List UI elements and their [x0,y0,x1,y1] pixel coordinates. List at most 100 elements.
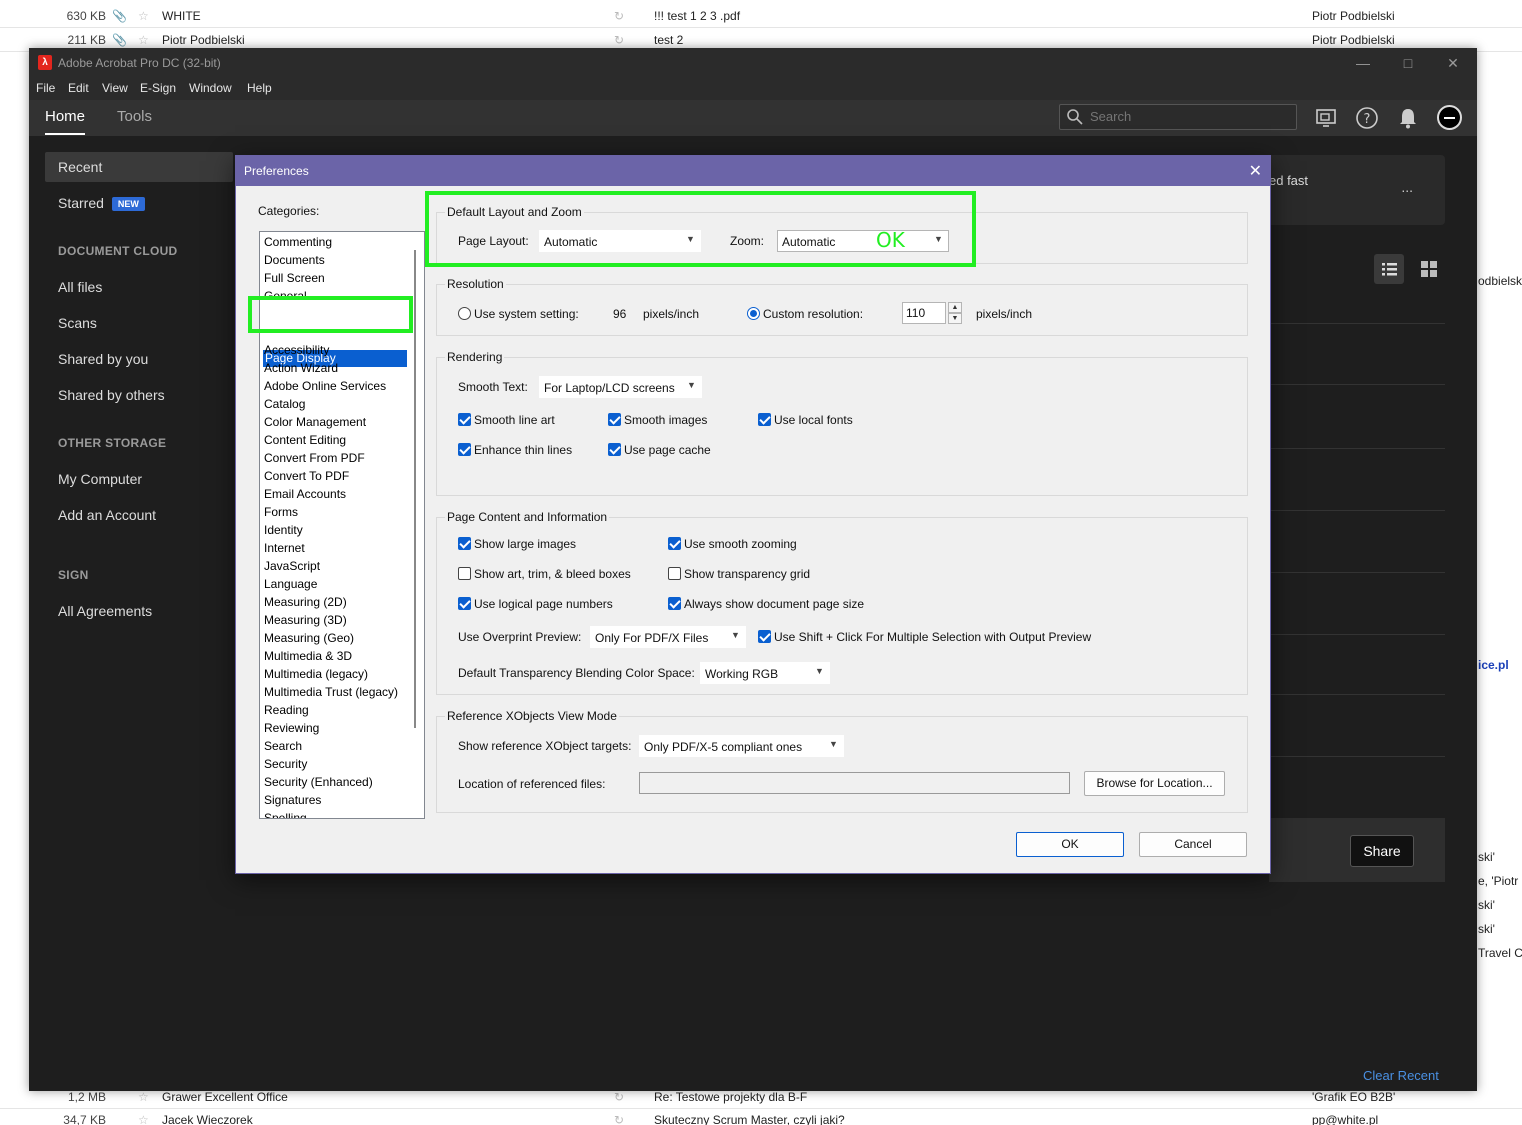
share-screen-icon[interactable] [1314,106,1338,130]
show-large-images-checkbox[interactable] [458,537,471,550]
category-item[interactable]: Full Screen [264,271,325,285]
more-options-icon[interactable]: ... [1401,179,1413,195]
always-show-page-size-checkbox[interactable] [668,597,681,610]
sidebar-item-add-account[interactable]: Add an Account [45,500,233,530]
smooth-text-label: Smooth Text: [458,380,528,394]
cancel-button[interactable]: Cancel [1139,832,1247,857]
category-item[interactable]: Documents [264,253,325,267]
category-item[interactable]: Multimedia (legacy) [264,667,368,681]
custom-resolution-field[interactable]: 110 [902,302,946,324]
use-shift-click-checkbox[interactable] [758,630,771,643]
notification-bell-icon[interactable] [1396,106,1420,130]
ok-button[interactable]: OK [1016,832,1124,857]
overprint-select[interactable]: Only For PDF/X Files ▼ [590,626,746,648]
category-item[interactable]: Convert From PDF [264,451,365,465]
category-item[interactable]: Security (Enhanced) [264,775,373,789]
category-item[interactable]: Action Wizard [264,361,338,375]
category-item[interactable]: Adobe Online Services [264,379,386,393]
category-item[interactable]: Identity [264,523,303,537]
category-item[interactable]: Reading [264,703,309,717]
background-link[interactable]: ice.pl [1478,658,1509,672]
category-item[interactable]: Search [264,739,302,753]
category-item[interactable]: JavaScript [264,559,320,573]
category-item[interactable]: Security [264,757,307,771]
clear-recent-link[interactable]: Clear Recent [1363,1068,1439,1083]
category-item[interactable]: Measuring (2D) [264,595,347,609]
category-item[interactable]: Reviewing [264,721,319,735]
sidebar-item-starred[interactable]: Starred NEW [45,188,233,218]
overprint-label: Use Overprint Preview: [458,630,582,644]
group-title: Resolution [445,277,506,291]
category-item[interactable]: Email Accounts [264,487,346,501]
menu-window[interactable]: Window [189,81,232,95]
menu-edit[interactable]: Edit [68,81,89,95]
category-item[interactable]: Multimedia & 3D [264,649,352,663]
category-item[interactable]: Spelling [264,811,307,818]
sidebar-item-shared-by-others[interactable]: Shared by others [45,380,233,410]
share-button[interactable]: Share [1350,835,1414,867]
avatar[interactable] [1437,105,1462,130]
location-field[interactable] [639,772,1070,794]
category-item[interactable]: Measuring (3D) [264,613,347,627]
show-transparency-grid-checkbox[interactable] [668,567,681,580]
close-icon[interactable]: ✕ [1443,53,1463,73]
category-item[interactable]: Multimedia Trust (legacy) [264,685,398,699]
sidebar-item-all-files[interactable]: All files [45,272,233,302]
use-logical-page-numbers-checkbox[interactable] [458,597,471,610]
category-item[interactable]: Internet [264,541,305,555]
use-system-setting-radio[interactable] [458,307,471,320]
menu-esign[interactable]: E-Sign [140,81,176,95]
category-item[interactable]: Content Editing [264,433,346,447]
tab-home[interactable]: Home [45,108,86,135]
menu-view[interactable]: View [102,81,128,95]
use-smooth-zooming-checkbox[interactable] [668,537,681,550]
category-item[interactable]: Color Management [264,415,366,429]
category-item[interactable]: Forms [264,505,298,519]
star-icon[interactable]: ☆ [138,1113,149,1125]
search-input[interactable] [1090,109,1290,124]
blending-color-space-select[interactable]: Working RGB ▼ [700,662,830,684]
browse-location-button[interactable]: Browse for Location... [1084,771,1225,796]
mail-row[interactable]: 630 KB 📎 ☆ WHITE ↻ !!! test 1 2 3 .pdf P… [0,4,1522,28]
sidebar-item-shared-by-you[interactable]: Shared by you [45,344,233,374]
menu-help[interactable]: Help [247,81,272,95]
use-page-cache-checkbox[interactable] [608,443,621,456]
search-box[interactable] [1059,104,1297,130]
sidebar-item-recent[interactable]: Recent [45,152,233,182]
stepper-up-icon[interactable]: ▲ [948,302,962,313]
sidebar-item-scans[interactable]: Scans [45,308,233,338]
title-bar: λ Adobe Acrobat Pro DC (32-bit) — □ ✕ [29,48,1477,78]
help-icon[interactable]: ? [1355,106,1379,130]
show-art-trim-checkbox[interactable] [458,567,471,580]
enhance-thin-lines-checkbox[interactable] [458,443,471,456]
category-item[interactable]: Accessibility [264,343,329,357]
category-item[interactable]: Signatures [264,793,321,807]
scrollbar[interactable] [414,250,416,728]
menu-file[interactable]: File [36,81,55,95]
minimize-icon[interactable]: — [1353,53,1373,73]
smooth-images-checkbox[interactable] [608,413,621,426]
grid-view-icon[interactable] [1414,254,1444,284]
close-icon[interactable]: ✕ [1249,161,1262,181]
tab-tools[interactable]: Tools [117,108,152,125]
mail-row[interactable]: 34,7 KB ☆ Jacek Wieczorek ↻ Skuteczny Sc… [0,1108,1522,1125]
category-item[interactable]: Commenting [264,235,332,249]
list-view-icon[interactable] [1374,254,1404,284]
sidebar-item-all-agreements[interactable]: All Agreements [45,596,233,626]
resolution-stepper[interactable]: ▲ ▼ [948,302,962,324]
category-item[interactable]: Catalog [264,397,305,411]
category-item[interactable]: Measuring (Geo) [264,631,354,645]
smooth-line-art-checkbox[interactable] [458,413,471,426]
category-item[interactable]: Convert To PDF [264,469,349,483]
star-icon[interactable]: ☆ [138,9,149,23]
use-local-fonts-checkbox[interactable] [758,413,771,426]
maximize-icon[interactable]: □ [1398,53,1418,73]
custom-resolution-radio[interactable] [747,307,760,320]
stepper-down-icon[interactable]: ▼ [948,313,962,324]
sidebar-item-my-computer[interactable]: My Computer [45,464,233,494]
star-icon[interactable]: ☆ [138,33,149,47]
xobject-targets-select[interactable]: Only PDF/X-5 compliant ones ▼ [639,735,844,757]
star-icon[interactable]: ☆ [138,1090,149,1104]
category-item[interactable]: Language [264,577,317,591]
smooth-text-select[interactable]: For Laptop/LCD screens ▼ [539,376,702,398]
